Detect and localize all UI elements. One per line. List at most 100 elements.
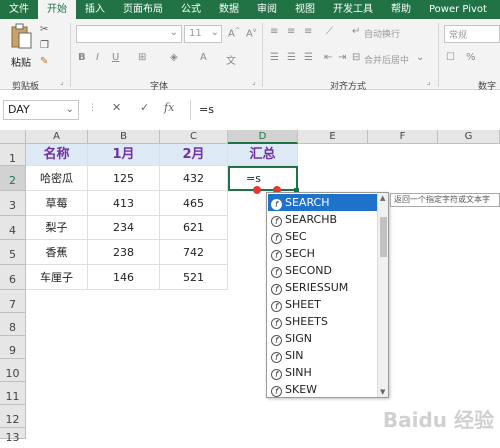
underline-icon[interactable]: U [112,52,119,63]
autocomplete-item[interactable]: f SINH [268,364,377,381]
chevron-down-icon[interactable]: ⌄ [416,52,424,63]
column-header-b[interactable]: B [88,130,160,144]
cell-name[interactable]: 草莓 [26,191,88,216]
row-header[interactable]: 10 [0,359,26,382]
cell-feb[interactable]: 465 [160,191,228,216]
clipboard-launcher-icon[interactable]: ⌟ [60,77,64,86]
autocomplete-item[interactable]: f SIN [268,347,377,364]
row-header[interactable]: 12 [0,405,26,428]
tab-data[interactable]: 数据 [210,0,248,19]
cell-feb[interactable]: 521 [160,265,228,290]
row-header[interactable]: 2 [0,166,26,191]
row-header[interactable]: 9 [0,336,26,359]
function-autocomplete[interactable]: f SEARCH f SEARCHB f SEC f SECH f SECOND f SER… [266,192,389,398]
increase-indent-icon[interactable]: ⇥ [338,52,346,63]
cancel-icon[interactable]: ✕ [112,101,121,114]
cell-name[interactable]: 香蕉 [26,240,88,265]
header-cell-name[interactable]: 名称 [26,144,88,166]
phonetic-icon[interactable]: 文 [226,52,236,67]
autocomplete-item[interactable]: f SEARCH [268,194,377,211]
tab-power-pivot[interactable]: Power Pivot [420,0,496,19]
column-header-g[interactable]: G [438,130,500,144]
cell-jan[interactable]: 238 [88,240,160,265]
cut-icon[interactable]: ✂ [40,24,48,35]
italic-icon[interactable]: I [96,52,99,63]
align-center-icon[interactable]: ☰ [287,52,296,63]
column-header-f[interactable]: F [368,130,438,144]
fill-color-icon[interactable]: ◈ [170,52,178,63]
cell-name[interactable]: 哈密瓜 [26,166,88,191]
font-launcher-icon[interactable]: ⌟ [252,77,256,86]
row-header[interactable]: 7 [0,290,26,313]
tab-view[interactable]: 视图 [286,0,324,19]
currency-icon[interactable]: ☐ [446,52,455,63]
cell-jan[interactable]: 234 [88,216,160,240]
wrap-text-button[interactable]: 自动换行 [364,27,400,40]
autocomplete-item[interactable]: f SIGN [268,330,377,347]
tab-page-layout[interactable]: 页面布局 [114,0,172,19]
align-left-icon[interactable]: ☰ [270,52,279,63]
decrease-indent-icon[interactable]: ⇤ [324,52,332,63]
scroll-thumb[interactable] [380,217,387,257]
row-header[interactable]: 13 [0,428,26,444]
tab-file[interactable]: 文件 [0,0,38,19]
align-right-icon[interactable]: ☰ [304,52,313,63]
row-header[interactable]: 8 [0,313,26,336]
confirm-icon[interactable]: ✓ [140,101,149,114]
column-header-e[interactable]: E [298,130,368,144]
alignment-launcher-icon[interactable]: ⌟ [427,77,431,86]
row-header[interactable]: 3 [0,191,26,216]
cell-feb[interactable]: 621 [160,216,228,240]
tab-help[interactable]: 帮助 [382,0,420,19]
cell-name[interactable]: 车厘子 [26,265,88,290]
font-name-select[interactable]: ⌄ [76,25,182,43]
align-top-icon[interactable]: ≡ [270,26,278,37]
header-cell-jan[interactable]: 1月 [88,144,160,166]
row-header[interactable]: 1 [0,144,26,166]
row-header[interactable]: 11 [0,382,26,405]
cell-name[interactable]: 梨子 [26,216,88,240]
cell-jan[interactable]: 413 [88,191,160,216]
format-painter-icon[interactable]: ✎ [40,56,48,67]
autocomplete-item[interactable]: f SECH [268,245,377,262]
cell-jan[interactable]: 125 [88,166,160,191]
insert-function-icon[interactable]: fx [164,101,174,114]
tab-formulas[interactable]: 公式 [172,0,210,19]
select-all-corner[interactable] [0,130,26,144]
merge-center-button[interactable]: 合并后居中 [364,53,409,66]
column-header-d[interactable]: D [228,130,298,144]
header-cell-feb[interactable]: 2月 [160,144,228,166]
cell-feb[interactable]: 742 [160,240,228,265]
copy-icon[interactable]: ❐ [40,40,49,51]
autocomplete-item[interactable]: f SECOND [268,262,377,279]
number-format-select[interactable]: 常规 [444,25,500,43]
autocomplete-item[interactable]: f SEARCHB [268,211,377,228]
decrease-font-icon[interactable]: Av [246,27,256,39]
percent-icon[interactable]: % [466,52,476,63]
autocomplete-scrollbar[interactable]: ▲ ▼ [377,193,388,397]
column-header-a[interactable]: A [26,130,88,144]
align-middle-icon[interactable]: ≡ [287,26,295,37]
tab-review[interactable]: 审阅 [248,0,286,19]
orientation-icon[interactable]: ⟋ [326,26,333,37]
cell-jan[interactable]: 146 [88,265,160,290]
merge-icon[interactable]: ⊟ [352,52,360,63]
header-cell-total[interactable]: 汇总 [228,144,298,166]
chevron-up-icon[interactable]: ▲ [380,194,385,202]
autocomplete-item[interactable]: f SHEET [268,296,377,313]
bold-icon[interactable]: B [78,52,86,63]
cell-feb[interactable]: 432 [160,166,228,191]
font-size-select[interactable]: 11 ⌄ [184,25,222,43]
row-header[interactable]: 4 [0,216,26,240]
autocomplete-item[interactable]: f SHEETS [268,313,377,330]
autocomplete-item[interactable]: f SKEW [268,381,377,398]
tab-home[interactable]: 开始 [38,0,76,19]
row-header[interactable]: 5 [0,240,26,265]
autocomplete-item[interactable]: f SEC [268,228,377,245]
name-box[interactable]: DAY ⌄ [3,100,79,120]
row-header[interactable]: 6 [0,265,26,290]
column-header-c[interactable]: C [160,130,228,144]
font-color-icon[interactable]: A [200,52,207,63]
border-icon[interactable]: ⊞ [138,52,146,63]
formula-input[interactable]: =s [190,100,500,120]
